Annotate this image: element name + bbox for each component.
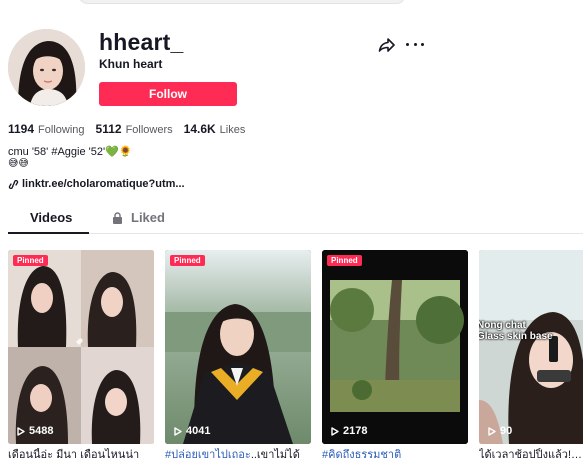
bio-link-text: linktr.ee/cholaromatique?utm... [22, 178, 185, 190]
more-icon[interactable] [406, 36, 424, 52]
avatar[interactable] [8, 29, 85, 106]
caption-hashtag[interactable]: #คิดถึงธรรมชาติ [322, 449, 401, 461]
followers-count: 5112 [95, 122, 122, 136]
followers-label: Followers [125, 124, 173, 136]
following-label: Following [38, 124, 85, 136]
view-count: 90 [488, 425, 512, 437]
follow-button[interactable]: Follow [99, 82, 237, 106]
caption-hashtag[interactable]: #ปล่อยเขาไปเถอะ [165, 449, 251, 461]
video-overlay-text: Nong chat Glass skin base [479, 320, 553, 342]
stat-likes: 14.6K Likes [184, 122, 246, 136]
tab-active-underline [8, 232, 89, 234]
following-count: 1194 [8, 122, 35, 136]
caption-text: ..เขาไม่ได้ [250, 449, 300, 461]
stat-following[interactable]: 1194 Following [8, 122, 85, 136]
lock-icon [113, 211, 122, 224]
link-icon [8, 179, 19, 189]
nickname: Khun heart [99, 57, 163, 71]
video-card[interactable]: Pinned 2178 [322, 250, 468, 444]
play-icon [331, 426, 339, 436]
bio-emoji-text: 😅😅 [8, 158, 29, 169]
likes-label: Likes [219, 124, 246, 136]
tab-liked-label: Liked [131, 210, 165, 225]
video-caption[interactable]: #ปล่อยเขาไปเถอะ..เขาไม่ได้ [165, 448, 311, 462]
bio-emoji: 😅😅 [8, 158, 29, 170]
search-pill[interactable] [78, 0, 406, 4]
view-count-value: 4041 [186, 425, 211, 437]
top-search-bar[interactable] [0, 0, 583, 12]
pinned-badge: Pinned [13, 255, 48, 266]
video-thumbnail [479, 250, 583, 444]
video-caption[interactable]: เดือนนี้อ่ะ มีนา เดือนไหนน่า [8, 448, 154, 462]
share-icon[interactable] [378, 37, 396, 53]
view-count: 2178 [331, 425, 367, 437]
view-count: 5488 [17, 425, 53, 437]
overlay-line: Nong chat Glass skin base [479, 320, 553, 342]
video-thumbnail [322, 250, 468, 444]
view-count-value: 90 [500, 425, 513, 437]
tab-liked[interactable]: Liked [112, 210, 165, 225]
video-thumbnail [165, 250, 311, 444]
username: hheart_ [99, 29, 184, 55]
play-icon [17, 426, 25, 436]
tab-videos-label: Videos [30, 210, 73, 225]
video-card[interactable]: Nong chat Glass skin base 90 [479, 250, 583, 444]
profile-stats: 1194 Following 5112 Followers 14.6K Like… [8, 122, 256, 136]
video-caption[interactable]: ได้เวลาช้อปปิ้งแล้ว!💄✅ [479, 448, 583, 462]
play-icon [174, 426, 182, 436]
stat-followers[interactable]: 5112 Followers [96, 122, 173, 136]
view-count-value: 2178 [343, 425, 368, 437]
video-caption[interactable]: #คิดถึงธรรมชาติ [322, 448, 468, 462]
video-thumbnail [8, 250, 154, 444]
video-card[interactable]: Pinned 4041 [165, 250, 311, 444]
bio-link[interactable]: linktr.ee/cholaromatique?utm... [8, 178, 185, 190]
video-card[interactable]: Pinned 5488 [8, 250, 154, 444]
profile-tabs: Videos Liked [8, 204, 583, 234]
pinned-badge: Pinned [327, 255, 362, 266]
tab-videos[interactable]: Videos [30, 210, 72, 225]
view-count-value: 5488 [29, 425, 54, 437]
video-grid: Pinned 5488 เดือนนี้อ่ะ มีนา เดือนไหนน่า [8, 250, 583, 472]
pinned-badge: Pinned [170, 255, 205, 266]
view-count: 4041 [174, 425, 210, 437]
avatar-image [8, 29, 85, 106]
play-icon [488, 426, 496, 436]
likes-count: 14.6K [183, 122, 216, 136]
